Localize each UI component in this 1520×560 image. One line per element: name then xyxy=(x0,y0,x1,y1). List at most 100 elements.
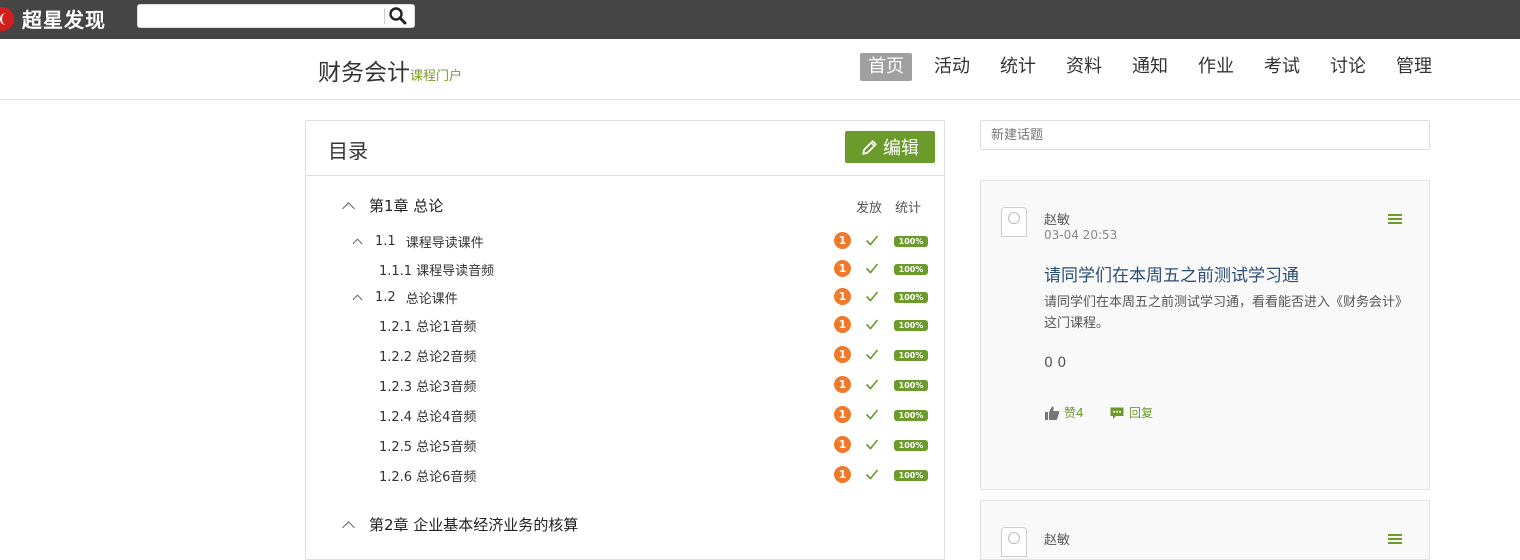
chapter-1[interactable]: 第1章 总论 xyxy=(342,195,444,216)
task-count-badge[interactable]: 1 xyxy=(834,376,851,393)
nav-activities[interactable]: 活动 xyxy=(926,53,978,81)
chevron-up-icon[interactable] xyxy=(342,520,355,534)
search-input[interactable] xyxy=(137,4,415,28)
search-divider xyxy=(384,8,385,24)
toc-row[interactable]: 1.2.4 总论4音频 1 100% xyxy=(306,404,946,426)
post-author[interactable]: 赵敏 xyxy=(1044,529,1070,548)
edit-button[interactable]: 编辑 xyxy=(845,131,935,163)
task-count-badge[interactable]: 1 xyxy=(834,436,851,453)
toc-row-title: 总论1音频 xyxy=(416,320,477,335)
toc-row[interactable]: 1.2.3 总论3音频 1 100% xyxy=(306,374,946,396)
progress-badge[interactable]: 100% xyxy=(894,236,928,247)
toc-row[interactable]: 1.2.2 总论2音频 1 100% xyxy=(306,344,946,366)
like-button[interactable]: 赞4 xyxy=(1044,404,1084,421)
chapter-2[interactable]: 第2章 企业基本经济业务的核算 xyxy=(342,514,578,535)
toc-panel: 目录 编辑 第1章 总论 发放 统计 1.1 课程导读课件 1 100% 1.1.1 课程… xyxy=(305,120,945,560)
nav-manage[interactable]: 管理 xyxy=(1388,53,1440,81)
nav-statistics[interactable]: 统计 xyxy=(992,53,1044,81)
reply-button[interactable]: 回复 xyxy=(1109,404,1153,421)
progress-badge[interactable]: 100% xyxy=(894,410,928,421)
checkmark-icon xyxy=(865,469,879,480)
toc-row-number: 1.1 xyxy=(375,234,396,249)
toc-row-title: 课程导读音频 xyxy=(416,264,495,279)
course-portal-label[interactable]: 课程门户 xyxy=(410,69,462,84)
col-stats: 统计 xyxy=(895,201,922,216)
toc-row-label[interactable]: 1.2.5 总论5音频 xyxy=(379,436,476,455)
toc-row-label[interactable]: 1.1 课程导读课件 xyxy=(352,232,484,251)
menu-icon[interactable] xyxy=(1388,534,1402,545)
progress-badge[interactable]: 100% xyxy=(894,264,928,275)
post-title[interactable]: 请同学们在本周五之前测试学习通 xyxy=(1044,261,1299,286)
course-header: 财务会计课程门户 首页 活动 统计 资料 通知 作业 考试 讨论 管理 xyxy=(0,39,1520,100)
checkmark-icon xyxy=(865,409,879,420)
logo-icon xyxy=(0,5,18,31)
progress-badge[interactable]: 100% xyxy=(894,470,928,481)
course-name: 财务会计 xyxy=(318,60,410,86)
toc-row-label[interactable]: 1.2.3 总论3音频 xyxy=(379,376,476,395)
comment-icon xyxy=(1110,407,1124,419)
toc-row-number: 1.2.3 xyxy=(379,380,413,395)
chevron-up-icon[interactable] xyxy=(352,238,363,249)
toc-row[interactable]: 1.2.1 总论1音频 1 100% xyxy=(306,314,946,336)
toc-row-label[interactable]: 1.1.1 课程导读音频 xyxy=(379,260,494,279)
progress-badge[interactable]: 100% xyxy=(894,440,928,451)
logo-text: 超星发现 xyxy=(22,7,106,32)
toc-row[interactable]: 1.2.6 总论6音频 1 100% xyxy=(306,464,946,486)
checkmark-icon xyxy=(865,349,879,360)
nav-homework[interactable]: 作业 xyxy=(1190,53,1242,81)
checkmark-icon xyxy=(865,263,879,274)
progress-badge[interactable]: 100% xyxy=(894,320,928,331)
task-count-badge[interactable]: 1 xyxy=(834,346,851,363)
toc-row-label[interactable]: 1.2.2 总论2音频 xyxy=(379,346,476,365)
toc-row-number: 1.2.5 xyxy=(379,440,413,455)
task-count-badge[interactable]: 1 xyxy=(834,316,851,333)
nav-exams[interactable]: 考试 xyxy=(1256,53,1308,81)
toc-row-label[interactable]: 1.2.4 总论4音频 xyxy=(379,406,476,425)
toc-row-title: 总论5音频 xyxy=(416,440,477,455)
menu-icon[interactable] xyxy=(1388,214,1402,225)
nav-discussion[interactable]: 讨论 xyxy=(1322,53,1374,81)
progress-badge[interactable]: 100% xyxy=(894,380,928,391)
toc-row-label[interactable]: 1.2 总论课件 xyxy=(352,288,458,307)
toc-row[interactable]: 1.2.5 总论5音频 1 100% xyxy=(306,434,946,456)
nav-home[interactable]: 首页 xyxy=(860,53,912,81)
task-count-badge[interactable]: 1 xyxy=(834,406,851,423)
toc-row-title: 课程导读课件 xyxy=(405,236,484,251)
toc-row-number: 1.2.4 xyxy=(379,410,413,425)
toc-row[interactable]: 1.2 总论课件 1 100% xyxy=(306,286,946,308)
progress-badge[interactable]: 100% xyxy=(894,292,928,303)
toc-row[interactable]: 1.1.1 课程导读音频 1 100% xyxy=(306,258,946,280)
nav-materials[interactable]: 资料 xyxy=(1058,53,1110,81)
avatar[interactable] xyxy=(1001,527,1027,557)
chevron-up-icon[interactable] xyxy=(352,294,363,305)
toc-row-label[interactable]: 1.2.6 总论6音频 xyxy=(379,466,476,485)
toc-row-number: 1.2.2 xyxy=(379,350,413,365)
progress-badge[interactable]: 100% xyxy=(894,350,928,361)
toc-row-title: 总论4音频 xyxy=(416,410,477,425)
column-headers: 发放 统计 xyxy=(856,197,934,216)
chaoxing-logo[interactable]: 超星发现 xyxy=(0,5,106,32)
task-count-badge[interactable]: 1 xyxy=(834,288,851,305)
toc-row-number: 1.2.1 xyxy=(379,320,413,335)
toc-title: 目录 xyxy=(328,139,368,163)
nav-notices[interactable]: 通知 xyxy=(1124,53,1176,81)
post-stats: 0 0 xyxy=(1044,355,1067,371)
avatar[interactable] xyxy=(1001,207,1027,237)
search-icon[interactable] xyxy=(388,6,410,26)
toc-row-title: 总论2音频 xyxy=(416,350,477,365)
toc-row-label[interactable]: 1.2.1 总论1音频 xyxy=(379,316,476,335)
chevron-up-icon[interactable] xyxy=(342,201,355,215)
chapter-1-title: 第1章 总论 xyxy=(369,197,444,215)
task-count-badge[interactable]: 1 xyxy=(834,260,851,277)
course-title: 财务会计课程门户 xyxy=(318,53,462,87)
toc-row-title: 总论3音频 xyxy=(416,380,477,395)
toc-row-number: 1.2 xyxy=(375,290,396,305)
task-count-badge[interactable]: 1 xyxy=(834,466,851,483)
post-author[interactable]: 赵敏 xyxy=(1044,209,1070,228)
checkmark-icon xyxy=(865,235,879,246)
checkmark-icon xyxy=(865,291,879,302)
new-topic-input[interactable] xyxy=(980,120,1430,150)
toc-row[interactable]: 1.1 课程导读课件 1 100% xyxy=(306,230,946,252)
task-count-badge[interactable]: 1 xyxy=(834,232,851,249)
toc-row-title: 总论课件 xyxy=(405,292,458,307)
